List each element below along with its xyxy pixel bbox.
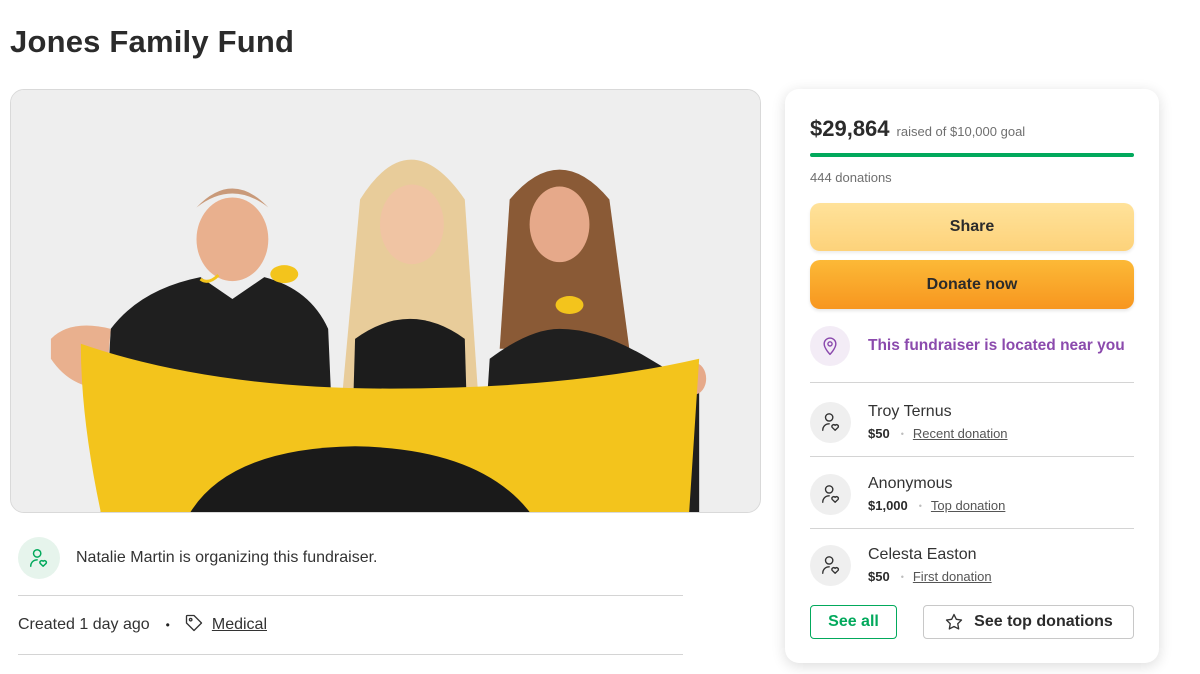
donation-amount: $1,000 <box>868 498 908 513</box>
donor-name: Anonymous <box>868 475 953 492</box>
donor-avatar-icon <box>810 544 851 586</box>
donor-name: Celesta Easton <box>868 546 977 563</box>
donation-count: 444 donations <box>810 170 892 185</box>
divider <box>18 654 683 655</box>
donation-type-link[interactable]: First donation <box>913 569 992 584</box>
donate-now-button[interactable]: Donate now <box>810 260 1134 309</box>
separator-dot: • <box>900 428 904 439</box>
location-notice: This fundraiser is located near you <box>810 326 1134 366</box>
donation-type-link[interactable]: Top donation <box>931 498 1005 513</box>
separator-dot: • <box>918 500 922 511</box>
donor-avatar-icon <box>810 473 851 515</box>
progress-fill <box>810 153 1134 157</box>
created-date: Created 1 day ago <box>18 616 150 633</box>
category-link[interactable]: Medical <box>212 616 267 634</box>
organizer-text: Natalie Martin is organizing this fundra… <box>76 549 378 566</box>
donation-type-link[interactable]: Recent donation <box>913 426 1008 441</box>
donation-amount: $50 <box>868 426 890 441</box>
see-all-button[interactable]: See all <box>810 605 897 639</box>
divider <box>810 528 1134 529</box>
donation-item: Troy Ternus $50 • Recent donation <box>810 399 1134 445</box>
donation-item: Celesta Easton $50 • First donation <box>810 542 1134 588</box>
progress-bar <box>810 153 1134 157</box>
star-icon <box>944 612 964 632</box>
raised-amount: $29,864 <box>810 116 890 141</box>
see-top-donations-label: See top donations <box>974 613 1113 630</box>
share-button[interactable]: Share <box>810 203 1134 251</box>
donor-avatar-icon <box>810 401 851 443</box>
tag-icon <box>184 613 204 638</box>
donation-card: $29,864 raised of $10,000 goal 444 donat… <box>785 89 1159 663</box>
page-title: Jones Family Fund <box>10 24 295 59</box>
user-heart-icon <box>18 537 60 579</box>
campaign-meta: Created 1 day ago • Medical <box>18 612 267 638</box>
meta-separator: • <box>165 618 170 632</box>
donation-amount: $50 <box>868 569 890 584</box>
goal-text: raised of $10,000 goal <box>896 124 1026 139</box>
separator-dot: • <box>900 571 904 582</box>
location-text: This fundraiser is located near you <box>868 337 1125 354</box>
donation-item: Anonymous $1,000 • Top donation <box>810 471 1134 517</box>
amount-raised: $29,864 raised of $10,000 goal <box>810 116 1025 142</box>
campaign-hero-image <box>10 89 761 513</box>
divider <box>810 382 1134 383</box>
divider <box>810 456 1134 457</box>
location-pin-icon <box>810 326 850 366</box>
see-top-donations-button[interactable]: See top donations <box>923 605 1134 639</box>
divider <box>18 595 683 596</box>
donor-name: Troy Ternus <box>868 403 952 420</box>
campaign-photo <box>11 90 760 512</box>
organizer-row: Natalie Martin is organizing this fundra… <box>18 537 683 579</box>
